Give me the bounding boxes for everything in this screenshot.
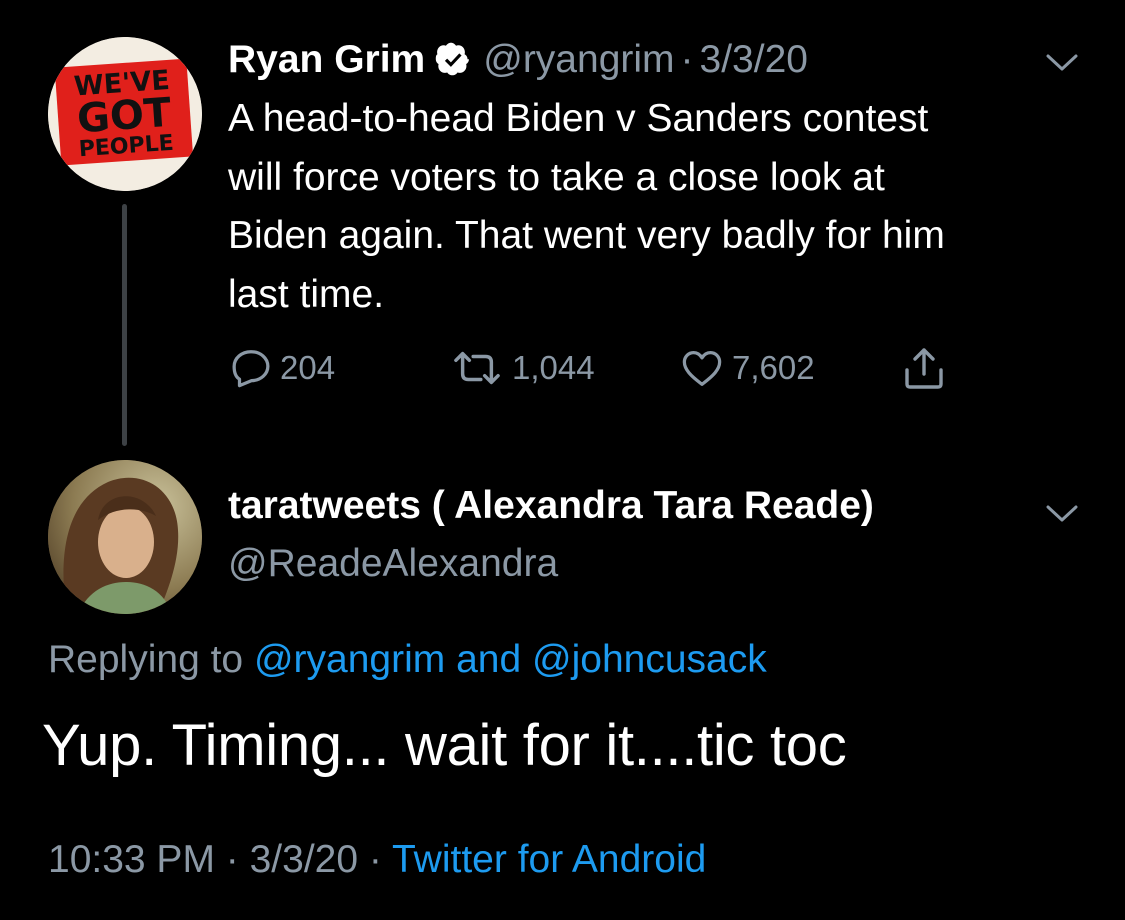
reply-icon [228,345,274,391]
chevron-down-icon[interactable] [1045,53,1079,73]
replying-and-text: and [445,638,532,681]
like-button[interactable]: 7,602 [678,340,815,396]
tweet-body-line: last time. [228,272,385,316]
header-separator: · [680,38,694,81]
profile-photo-image [48,460,202,614]
share-icon [900,343,948,393]
tweet-body: A head-to-head Biden v Sanders contest w… [228,90,1108,324]
heart-icon [678,345,726,391]
retweet-count: 1,044 [512,349,595,386]
mention-ryangrim-link[interactable]: @ryangrim [254,638,445,681]
tweet-body-line: A head-to-head Biden v Sanders contest [228,97,929,140]
reply-count: 204 [280,349,336,386]
ryan-grim-avatar[interactable]: WE'VE GOT PEOPLE [48,37,202,191]
tweet-meta-line: 10:33 PM · 3/3/20 · Twitter for Android [48,838,706,882]
tweet-time[interactable]: 10:33 PM [48,838,215,881]
tweet-body-line: will force voters to take a close look a… [228,155,885,199]
tweet-action-bar: 204 1,044 7,602 [228,340,988,396]
chevron-down-icon[interactable] [1045,504,1079,524]
retweet-button[interactable]: 1,044 [448,340,595,396]
reply-author-handle[interactable]: @ReadeAlexandra [228,542,558,586]
replying-to-line: Replying to @ryangrim and @johncusack [48,638,767,682]
reply-tweet-body: Yup. Timing... wait for it....tic toc [42,713,847,778]
tweet-date[interactable]: 3/3/20 [700,38,808,82]
we-ve-got-people-sign-image: WE'VE GOT PEOPLE [48,37,202,191]
tara-reade-avatar[interactable] [48,460,202,614]
thread-connector-line [122,204,127,446]
tweet-header: Ryan Grim @ryangrim · 3/3/20 [228,34,808,86]
reply-button[interactable]: 204 [228,340,335,396]
tweet-body-line: Biden again. That went very badly for hi… [228,214,945,257]
retweet-icon [448,345,506,391]
share-button[interactable] [900,340,948,396]
replying-to-label: Replying to [48,638,254,681]
tweet-source-link[interactable]: Twitter for Android [392,838,706,881]
meta-separator: · [358,838,393,881]
author-handle[interactable]: @ryangrim [483,38,674,82]
reply-author-name[interactable]: taratweets ( Alexandra Tara Reade) [228,484,874,528]
meta-separator: · [214,838,250,881]
verified-badge-icon [435,42,471,78]
author-name[interactable]: Ryan Grim [228,38,425,82]
mention-johncusack-link[interactable]: @johncusack [532,638,767,681]
like-count: 7,602 [732,349,815,386]
tweet-meta-date[interactable]: 3/3/20 [250,838,358,881]
